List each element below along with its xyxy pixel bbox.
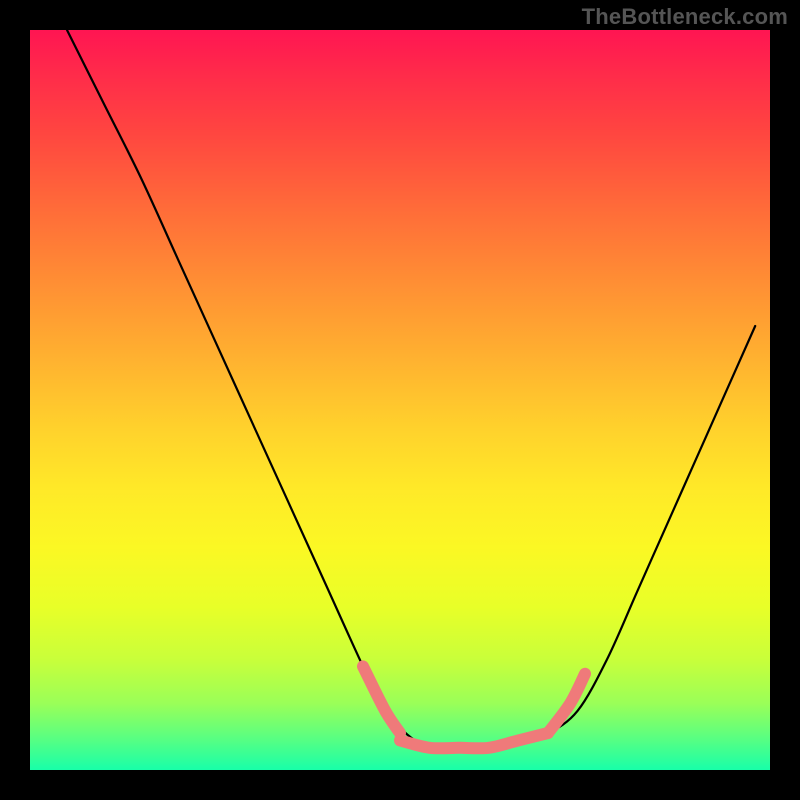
right-pink-segment: [548, 674, 585, 733]
highlight-segments: [363, 666, 585, 748]
chart-frame: TheBottleneck.com: [0, 0, 800, 800]
bottleneck-curve: [67, 30, 755, 748]
left-pink-segment: [363, 666, 400, 733]
chart-svg: [30, 30, 770, 770]
watermark-text: TheBottleneck.com: [582, 4, 788, 30]
curve-group: [67, 30, 755, 748]
bottom-pink-segment: [400, 733, 548, 748]
